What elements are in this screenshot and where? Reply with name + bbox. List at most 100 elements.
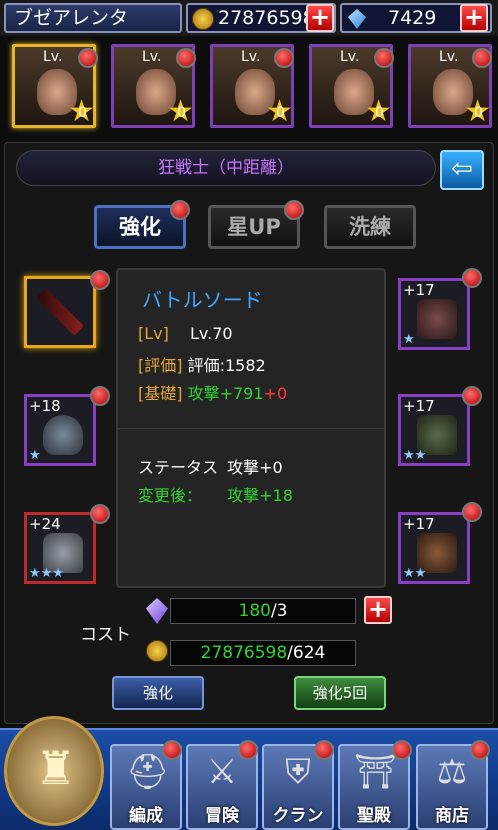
base-bonus: +0 — [263, 384, 288, 403]
notification-dot — [470, 740, 490, 760]
enhance-level: +17 — [403, 397, 435, 415]
eval-label: [評価] — [138, 356, 183, 375]
hero-level: Lv. — [340, 49, 360, 65]
helmet-icon — [43, 415, 83, 455]
hero-level: Lv. — [142, 49, 162, 65]
add-gold-button[interactable]: + — [306, 4, 334, 32]
tab-refine[interactable]: 洗練 — [324, 205, 416, 249]
status-label: ステータス — [138, 458, 219, 477]
hero-level: Lv. — [439, 49, 459, 65]
item-eval-row: [評価] 評価:1582 — [138, 352, 266, 376]
hero-count: 0 — [177, 105, 186, 121]
add-gems-button[interactable]: + — [460, 4, 488, 32]
notification-dot — [274, 48, 294, 68]
notification-dot — [314, 740, 334, 760]
equip-slot-weapon[interactable] — [24, 276, 96, 348]
notification-dot — [462, 386, 482, 406]
eval-value: 評価:1582 — [187, 356, 266, 375]
after-row: 変更後： 攻撃+18 — [138, 482, 293, 506]
shield-icon: ⛨ — [285, 752, 311, 792]
notification-dot — [90, 270, 110, 290]
gold-need: /624 — [287, 643, 326, 663]
star-rating: ★★ — [403, 448, 427, 463]
item-base-row: [基礎] 攻撃+791+0 — [138, 380, 287, 404]
star-rating: ★★★ — [29, 566, 64, 581]
hero-level: Lv. — [43, 49, 63, 65]
player-name[interactable]: ブゼアレンタ — [4, 3, 182, 33]
item-level-row: [Lv] Lv.70 — [138, 324, 233, 343]
gold-coin-icon — [146, 640, 168, 662]
helmet-icon: ⛑ — [126, 752, 170, 792]
scales-icon: ⚖ — [436, 752, 468, 792]
notification-dot — [472, 48, 492, 68]
nav-label: 冒険 — [205, 806, 239, 826]
hero-count: 0 — [474, 105, 483, 121]
add-crystal-button[interactable]: + — [364, 596, 392, 624]
base-value: 攻撃+791 — [187, 384, 264, 403]
enhance-level: +18 — [29, 397, 61, 415]
class-name: 狂戦士（中距離） — [16, 150, 436, 186]
notification-dot — [462, 268, 482, 288]
lv-value: Lv.70 — [189, 324, 233, 343]
notification-dot — [462, 502, 482, 522]
cost-label: コスト — [80, 625, 131, 645]
item-name: バトルソード — [142, 288, 263, 312]
hero-count: 0 — [78, 105, 87, 121]
hero-count: 0 — [276, 105, 285, 121]
hero-count: 0 — [375, 105, 384, 121]
equip-slot-armor[interactable]: +24 ★★★ — [24, 512, 96, 584]
gloves-icon — [417, 299, 457, 339]
gold-cost-bar: 27876598/624 — [170, 640, 356, 666]
notification-dot — [176, 48, 196, 68]
sword-icon — [35, 287, 85, 337]
back-arrow-icon: ⇦ — [451, 154, 473, 184]
gold-have: 27876598 — [200, 643, 288, 663]
equip-slot-boots[interactable]: +17 ★★ — [398, 394, 470, 466]
status-value: 攻撃+0 — [227, 458, 283, 477]
hero-level: Lv. — [241, 49, 261, 65]
gold-amount: 27876598 — [218, 7, 315, 29]
divider — [118, 428, 384, 429]
nav-label: クラン — [272, 806, 324, 826]
gem-icon — [348, 9, 366, 29]
notification-dot — [90, 504, 110, 524]
notification-dot — [170, 200, 190, 220]
nav-label: 商店 — [435, 806, 469, 826]
crystal-need: /3 — [270, 601, 288, 621]
enhance-5-button[interactable]: 強化5回 — [294, 676, 386, 710]
castle-home-button[interactable]: ♜ — [4, 716, 104, 826]
notification-dot — [162, 740, 182, 760]
after-value: 攻撃+18 — [227, 486, 293, 505]
enhance-level: +17 — [403, 281, 435, 299]
status-row: ステータス 攻撃+0 — [138, 454, 283, 478]
notification-dot — [284, 200, 304, 220]
castle-icon: ♜ — [35, 741, 77, 795]
notification-dot — [238, 740, 258, 760]
notification-dot — [90, 386, 110, 406]
temple-icon: ⛩ — [354, 752, 398, 792]
crossed-swords-icon: ⚔ — [206, 752, 238, 792]
back-button[interactable]: ⇦ — [440, 150, 484, 190]
enhance-button[interactable]: 強化 — [112, 676, 204, 710]
star-rating: ★ — [403, 332, 415, 347]
crystal-cost-bar: 180/3 — [170, 598, 356, 624]
crystal-have: 180 — [238, 601, 271, 621]
star-rating: ★★ — [403, 566, 427, 581]
notification-dot — [392, 740, 412, 760]
nav-label: 聖殿 — [357, 806, 391, 826]
notification-dot — [374, 48, 394, 68]
equip-slot-belt[interactable]: +17 ★★ — [398, 512, 470, 584]
base-label: [基礎] — [138, 384, 183, 403]
equip-slot-helmet[interactable]: +18 ★ — [24, 394, 96, 466]
enhance-level: +24 — [29, 515, 61, 533]
lv-label: [Lv] — [138, 324, 169, 343]
gem-amount: 7429 — [388, 7, 437, 29]
enhance-level: +17 — [403, 515, 435, 533]
equip-slot-gloves[interactable]: +17 ★ — [398, 278, 470, 350]
item-info-panel: バトルソード [Lv] Lv.70 [評価] 評価:1582 [基礎] 攻撃+7… — [116, 268, 386, 588]
after-label: 変更後： — [138, 486, 203, 505]
star-rating: ★ — [29, 448, 41, 463]
notification-dot — [78, 48, 98, 68]
nav-label: 編成 — [129, 806, 163, 826]
gold-coin-icon — [192, 8, 214, 30]
